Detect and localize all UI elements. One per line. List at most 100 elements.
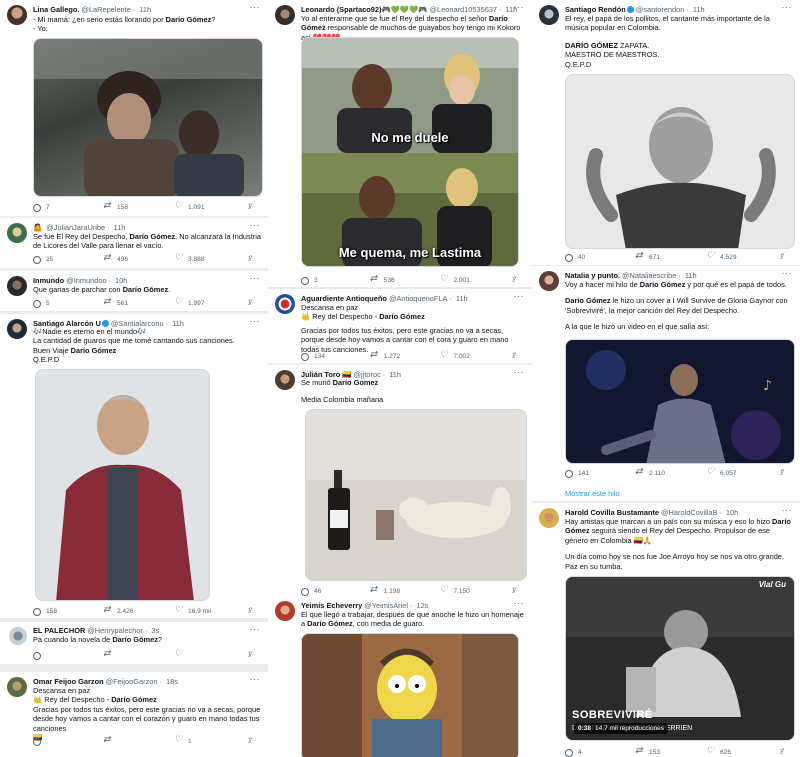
avatar[interactable] <box>539 5 559 25</box>
author-handle[interactable]: @Nataliaescribe <box>622 271 676 280</box>
like-button[interactable]: 1.091 <box>174 201 246 212</box>
reply-button[interactable]: 3 <box>301 276 371 285</box>
like-button[interactable] <box>174 649 246 660</box>
retweet-button[interactable] <box>103 735 175 746</box>
reply-button[interactable]: 158 <box>33 607 104 616</box>
timestamp[interactable]: 11h <box>693 5 705 14</box>
author-handle[interactable]: @Leonard10535637 <box>430 5 498 14</box>
retweet-button[interactable] <box>103 649 175 660</box>
share-button[interactable] <box>246 606 258 616</box>
retweet-button[interactable]: 2.426 <box>103 605 175 616</box>
retweet-button[interactable]: 671 <box>635 251 707 262</box>
tweet-lina[interactable]: Lina Gallego. @LaRepelente · 11h ··· - Mi m… <box>0 0 268 216</box>
share-button[interactable] <box>778 252 790 262</box>
like-button[interactable]: 6.057 <box>706 467 778 478</box>
reply-button[interactable]: 141 <box>565 469 636 478</box>
timestamp[interactable]: 11h <box>685 271 697 280</box>
more-options-icon[interactable]: ··· <box>782 505 793 515</box>
more-options-icon[interactable]: ··· <box>514 367 525 377</box>
avatar[interactable] <box>7 223 27 243</box>
tweet-julian-jara[interactable]: 🤷 @JulianJaraUribe · 11h ··· Se fue El Rey… <box>0 218 268 268</box>
tweet-image[interactable] <box>35 369 210 601</box>
timestamp[interactable]: 11h <box>139 5 151 14</box>
like-button[interactable]: 4.529 <box>706 251 778 262</box>
share-button[interactable] <box>510 586 522 596</box>
retweet-button[interactable]: 496 <box>103 253 175 264</box>
tweet-omar[interactable]: Omar Feijoo Garzon @FeijooGarzon · 18s ··· … <box>0 672 268 757</box>
tweet-santiago-alarcon[interactable]: Santiago Alarcón U @Santialarconu · 11h ···… <box>0 314 268 618</box>
like-button[interactable]: 626 <box>706 746 778 757</box>
avatar[interactable] <box>275 370 295 390</box>
tweet-video[interactable]: ♪ <box>565 339 795 464</box>
tweet-leonardo[interactable]: Leonardo (Spartaco92)🎮💚💚💚🎮 @Leonard105356… <box>268 0 532 287</box>
tweet-santiago-rendon[interactable]: Santiago Rendón @santorendon · 11h ··· El r… <box>532 0 800 265</box>
more-options-icon[interactable]: ··· <box>250 316 261 326</box>
avatar[interactable] <box>7 276 27 296</box>
reply-button[interactable] <box>33 738 104 746</box>
more-options-icon[interactable]: ··· <box>250 624 261 634</box>
tweet-image[interactable]: No me duele Me quema, me Lastima <box>301 37 519 267</box>
share-button[interactable] <box>778 747 790 757</box>
tweet-inmundo[interactable]: Inmundo @Inmundoo · 10h ··· Que ganas de pa… <box>0 271 268 311</box>
tweet-palechor[interactable]: EL PALECHOR @Henrypalechor · 3s ··· Pa cuan… <box>0 622 268 664</box>
reply-button[interactable]: 134 <box>301 352 371 361</box>
timestamp[interactable]: 18s <box>166 677 178 686</box>
share-button[interactable] <box>246 736 258 746</box>
tweet-yeimis[interactable]: Yeimis Echeverry @YeimisAriel · 12s ··· El … <box>268 596 532 757</box>
show-thread-link[interactable]: Mostrar este hilo <box>565 489 620 498</box>
share-button[interactable] <box>510 351 522 361</box>
more-options-icon[interactable]: ··· <box>782 268 793 278</box>
share-button[interactable] <box>246 298 258 308</box>
timestamp[interactable]: 10h <box>115 276 127 285</box>
like-button[interactable]: 16,9 mil <box>174 605 246 616</box>
author-name[interactable]: Lina Gallego. <box>33 5 79 14</box>
timestamp[interactable]: 11h <box>114 223 126 232</box>
avatar[interactable] <box>275 601 295 621</box>
retweet-button[interactable]: 158 <box>103 201 175 212</box>
more-options-icon[interactable]: ··· <box>250 2 261 12</box>
reply-button[interactable]: 25 <box>33 255 104 264</box>
tweet-julian-toro[interactable]: Julián Toro 🇨🇴 @jjtoroc · 11h ··· Se murió … <box>268 365 532 598</box>
author-handle[interactable]: @JulianJaraUribe <box>46 223 105 232</box>
like-button[interactable]: 7.002 <box>439 350 510 361</box>
avatar[interactable] <box>539 271 559 291</box>
author-name[interactable]: EL PALECHOR <box>33 626 85 635</box>
more-options-icon[interactable]: ··· <box>782 2 793 12</box>
author-handle[interactable]: @santorendon <box>636 5 685 14</box>
like-button[interactable]: 1.997 <box>174 297 246 308</box>
author-handle[interactable]: @Inmundoo <box>66 276 106 285</box>
more-options-icon[interactable]: ··· <box>250 674 261 684</box>
more-options-icon[interactable]: ··· <box>514 291 525 301</box>
like-button[interactable]: 1 <box>174 735 246 746</box>
tweet-harold[interactable]: Harold Covilla Bustamante @HaroldCovillaB… <box>532 503 800 757</box>
avatar[interactable] <box>9 627 27 645</box>
reply-button[interactable]: 7 <box>33 203 104 212</box>
author-name[interactable]: Aguardiente Antioqueño <box>301 294 387 303</box>
author-name[interactable]: Inmundo <box>33 276 64 285</box>
like-button[interactable]: 3.888 <box>174 253 246 264</box>
tweet-natalia[interactable]: Natalia y punto. @Nataliaescribe · 11h ··· … <box>532 266 800 501</box>
author-name[interactable]: Yeimis Echeverry <box>301 601 362 610</box>
reply-button[interactable]: 5 <box>33 299 104 308</box>
share-button[interactable] <box>510 275 522 285</box>
avatar[interactable] <box>275 5 295 25</box>
tweet-image[interactable] <box>565 74 795 249</box>
author-name[interactable]: Leonardo (Spartaco92)🎮💚💚💚🎮 <box>301 5 428 14</box>
tweet-image[interactable] <box>301 633 519 757</box>
share-button[interactable] <box>246 650 258 660</box>
author-handle[interactable]: @FeijooGarzon <box>106 677 158 686</box>
reply-button[interactable] <box>33 652 104 660</box>
retweet-button[interactable]: 2.110 <box>635 467 707 478</box>
avatar[interactable] <box>7 5 27 25</box>
tweet-image[interactable] <box>305 409 527 581</box>
author-name[interactable]: Natalia y punto. <box>565 271 620 280</box>
avatar[interactable] <box>539 508 559 528</box>
author-handle[interactable]: @AntioquenoFLA <box>389 294 447 303</box>
tweet-image[interactable] <box>33 38 263 197</box>
timestamp[interactable]: 3s <box>151 626 159 635</box>
author-handle[interactable]: @HaroldCovillaB <box>661 508 717 517</box>
timestamp[interactable]: 12s <box>417 601 429 610</box>
author-handle[interactable]: @YeimisAriel <box>364 601 408 610</box>
like-button[interactable]: 2.001 <box>439 274 510 285</box>
avatar[interactable] <box>7 677 27 697</box>
